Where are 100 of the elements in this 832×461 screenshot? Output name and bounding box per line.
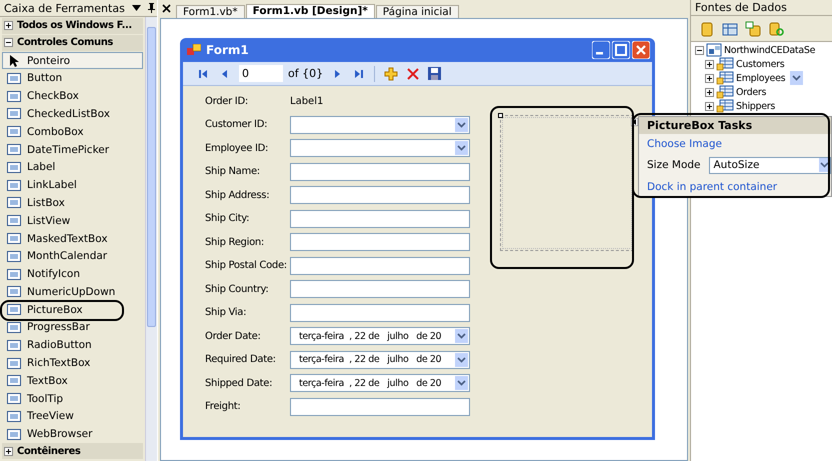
toolbox-item[interactable]: NotifyIcon <box>2 265 143 283</box>
document-tab[interactable]: Form1.vb [Design]* <box>246 4 375 18</box>
refresh-icon[interactable] <box>768 20 784 36</box>
toolbox-item[interactable]: NumericUpDown <box>2 283 143 301</box>
text-field[interactable] <box>290 186 470 204</box>
toolbox-item[interactable]: Ponteiro <box>2 52 143 70</box>
date-picker[interactable]: terça-feira , 22 de julho de 20 <box>290 327 470 345</box>
field-label: Required Date: <box>205 354 277 365</box>
field-label: Ship Address: <box>205 190 270 200</box>
control-icon <box>7 374 21 388</box>
toolbox-item[interactable]: CheckBox <box>2 87 143 106</box>
last-record-icon[interactable] <box>353 68 366 80</box>
control-icon <box>7 356 21 370</box>
control-icon <box>7 320 21 334</box>
text-field[interactable] <box>290 304 470 322</box>
pin-icon[interactable] <box>148 3 155 13</box>
tasks-title: PictureBox Tasks <box>639 117 831 134</box>
combo-box[interactable] <box>290 116 470 134</box>
scrollbar[interactable] <box>145 17 157 461</box>
tree-item[interactable]: NorthwindCEDataSe <box>724 44 816 56</box>
field-label: Ship Name: <box>205 166 261 177</box>
field-label: Ship Postal Code: <box>205 260 288 271</box>
toolbox-item[interactable]: ToolTip <box>2 390 143 408</box>
dataset-icon <box>706 43 722 57</box>
expand-icon[interactable] <box>705 74 714 82</box>
group-header[interactable]: Contêineres <box>2 443 143 459</box>
toolbox-item[interactable]: ComboBox <box>2 122 143 141</box>
control-icon <box>7 72 21 85</box>
table-icon <box>716 71 734 85</box>
toolbox-item[interactable]: MaskedTextBox <box>2 230 143 248</box>
toolbox-item[interactable]: TextBox <box>2 372 143 390</box>
toolbox-item[interactable]: PictureBox <box>2 300 143 319</box>
maximize-icon[interactable] <box>612 41 630 59</box>
group-header[interactable]: Controles Comuns <box>2 34 143 51</box>
size-mode-dropdown[interactable]: AutoSize <box>708 156 831 174</box>
toolbox-item[interactable]: DateTimePicker <box>2 140 143 158</box>
text-field[interactable] <box>290 398 470 416</box>
date-picker[interactable]: terça-feira , 22 de julho de 20 <box>290 374 470 392</box>
text-field[interactable] <box>290 233 470 251</box>
group-header[interactable]: Todos os Windows F... <box>2 18 143 34</box>
text-field[interactable] <box>290 162 470 180</box>
field-label: Employee ID: <box>205 142 270 154</box>
toolbox-item[interactable]: TreeView <box>2 408 143 426</box>
toolbox-item[interactable]: LinkLabel <box>2 176 143 194</box>
selection-handle[interactable] <box>498 113 503 118</box>
position-field[interactable]: 0 <box>239 65 283 82</box>
toolbox-item[interactable]: ListBox <box>2 194 143 212</box>
size-mode-label: Size Mode <box>647 159 700 171</box>
form-title: Form1 <box>206 43 250 57</box>
document-tab[interactable]: Form1.vb* <box>176 5 245 18</box>
collapse-icon[interactable] <box>695 46 704 54</box>
control-icon <box>7 428 21 441</box>
control-icon <box>7 392 21 406</box>
expand-icon[interactable] <box>705 88 714 96</box>
tree-item[interactable]: Orders <box>736 86 766 98</box>
dropdown-icon[interactable] <box>455 352 468 366</box>
dropdown-icon[interactable] <box>790 71 804 85</box>
delete-icon[interactable] <box>407 68 420 80</box>
toolbox-item[interactable]: MonthCalendar <box>2 247 143 266</box>
control-icon <box>7 232 21 245</box>
date-picker[interactable]: terça-feira , 22 de julho de 20 <box>290 350 470 368</box>
field-label: Shipped Date: <box>205 378 274 388</box>
add-icon[interactable] <box>384 66 398 80</box>
dropdown-icon[interactable] <box>455 118 468 132</box>
tree-item[interactable]: Employees <box>736 72 786 84</box>
toolbox-item[interactable]: WebBrowser <box>2 425 143 444</box>
form-icon <box>187 44 201 56</box>
document-tab[interactable]: Página inicial <box>376 5 459 18</box>
tree-item[interactable]: Customers <box>736 58 784 70</box>
combo-box[interactable] <box>290 139 470 157</box>
control-icon <box>7 143 21 156</box>
expand-icon[interactable] <box>705 60 714 68</box>
expand-icon <box>4 21 13 30</box>
toolbox-item[interactable]: ProgressBar <box>2 318 143 336</box>
minimize-icon[interactable] <box>592 41 610 59</box>
field-label: Ship City: <box>205 213 250 224</box>
text-field[interactable] <box>290 280 470 298</box>
dropdown-icon[interactable] <box>132 5 141 11</box>
database-icon[interactable] <box>745 20 761 36</box>
database-icon[interactable] <box>699 20 715 36</box>
field-label: Ship Via: <box>205 307 248 318</box>
choose-image-link[interactable]: Choose Image <box>647 138 722 150</box>
control-icon <box>7 250 21 263</box>
toolbox-item[interactable]: ListView <box>2 212 143 230</box>
control-icon <box>7 303 21 316</box>
dock-link[interactable]: Dock in parent container <box>647 180 778 192</box>
toolbox-item[interactable]: CheckedListBox <box>2 105 143 123</box>
toolbox-item[interactable]: Label <box>2 158 143 176</box>
toolbox-item[interactable]: RichTextBox <box>2 354 143 372</box>
save-icon[interactable] <box>428 67 442 80</box>
expand-icon[interactable] <box>705 102 714 110</box>
toolbox-item[interactable]: Button <box>2 69 143 88</box>
first-record-icon[interactable] <box>197 68 209 80</box>
text-field[interactable] <box>290 210 470 228</box>
table-icon[interactable] <box>722 20 738 36</box>
tree-item[interactable]: Shippers <box>736 100 776 112</box>
toolbox-item[interactable]: RadioButton <box>2 336 143 354</box>
close-icon[interactable] <box>162 4 171 12</box>
control-icon <box>7 338 21 352</box>
text-field[interactable] <box>290 256 470 274</box>
